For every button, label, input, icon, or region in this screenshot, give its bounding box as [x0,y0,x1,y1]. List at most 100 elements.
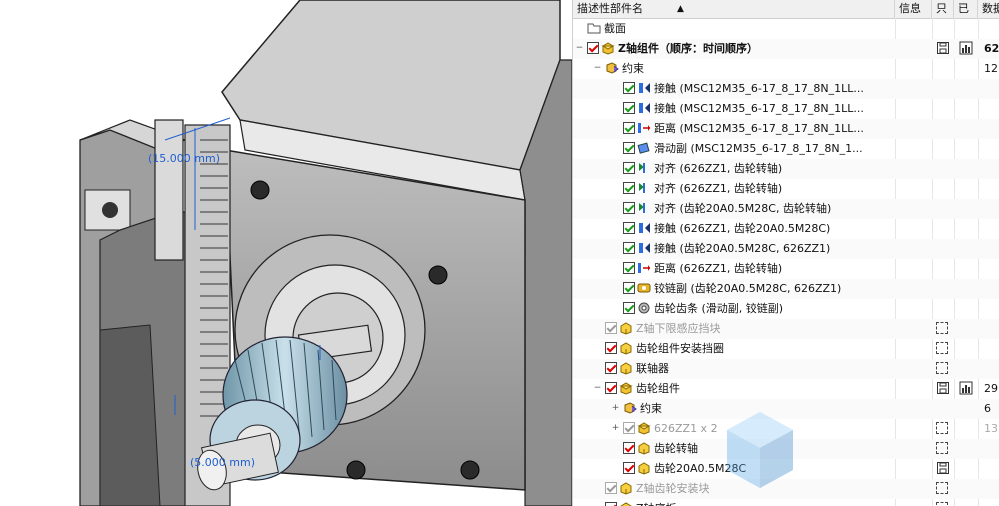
tree-item-label[interactable]: 齿轮组件 [636,379,680,399]
expand-icon[interactable]: + [611,404,620,413]
rack-pinion-icon [637,301,651,315]
tree-row[interactable]: 接触 (MSC12M35_6-17_8_17_8N_1LL... [573,99,999,119]
part-icon [637,441,651,455]
readonly-status-icon [936,342,948,354]
tree-item-label[interactable]: 滑动副 (MSC12M35_6-17_8_17_8N_1... [654,139,863,159]
visibility-checkbox[interactable] [623,162,635,174]
visibility-checkbox[interactable] [623,282,635,294]
tree-item-label[interactable]: 约束 [622,59,644,79]
tree-row[interactable]: Z轴下限感应挡块 [573,319,999,339]
visibility-checkbox[interactable] [623,82,635,94]
visibility-checkbox[interactable] [605,502,617,506]
tree-item-label[interactable]: 距离 (626ZZ1, 齿轮转轴) [654,259,782,279]
header-data[interactable]: 数据 [978,0,999,18]
tree-item-label[interactable]: 距离 (MSC12M35_6-17_8_17_8N_1LL... [654,119,864,139]
hinge-icon [637,281,651,295]
tree-item-label[interactable]: 截面 [604,19,626,39]
visibility-checkbox[interactable] [623,142,635,154]
visibility-checkbox[interactable] [605,342,617,354]
tree-item-label[interactable]: 约束 [640,399,662,419]
tree-row[interactable]: 对齐 (齿轮20A0.5M28C, 齿轮转轴) [573,199,999,219]
tree-row[interactable]: 齿轮组件安装挡圈 [573,339,999,359]
visibility-checkbox[interactable] [605,362,617,374]
cad-3d-viewport[interactable]: (15.000 mm) (5.000 mm) [0,0,572,506]
tree-item-label[interactable]: 对齐 (齿轮20A0.5M28C, 齿轮转轴) [654,199,831,219]
tree-row[interactable]: 对齐 (626ZZ1, 齿轮转轴) [573,159,999,179]
distance-icon [637,121,651,135]
bar-chart-icon[interactable] [959,381,973,395]
tree-row[interactable]: − 约束 12 [573,59,999,79]
visibility-checkbox[interactable] [587,42,599,54]
header-done[interactable]: 已 [954,0,978,18]
tree-row[interactable]: 截面 [573,19,999,39]
visibility-checkbox[interactable] [623,242,635,254]
visibility-checkbox[interactable] [605,382,617,394]
save-icon[interactable] [936,381,950,395]
part-icon [637,461,651,475]
tree-item-label[interactable]: Z轴齿轮安装块 [636,479,710,499]
tree-item-label[interactable]: Z轴组件（顺序：时间顺序） [618,39,758,59]
save-icon[interactable] [936,461,950,475]
tree-row[interactable]: Z轴底板 [573,499,999,506]
tree-row[interactable]: 接触 (MSC12M35_6-17_8_17_8N_1LL... [573,79,999,99]
visibility-checkbox[interactable] [623,182,635,194]
tree-item-label[interactable]: 对齐 (626ZZ1, 齿轮转轴) [654,159,782,179]
tree-row[interactable]: 齿轮齿条 (滑动副, 铰链副) [573,299,999,319]
tree-row[interactable]: 铰链副 (齿轮20A0.5M28C, 626ZZ1) [573,279,999,299]
collapse-icon[interactable]: − [593,64,602,73]
collapse-icon[interactable]: − [593,384,602,393]
tree-item-label[interactable]: 齿轮组件安装挡圈 [636,339,724,359]
tree-item-label[interactable]: 接触 (MSC12M35_6-17_8_17_8N_1LL... [654,99,864,119]
assembly-icon [601,41,615,55]
save-icon[interactable] [936,41,950,55]
tree-item-label[interactable]: 齿轮齿条 (滑动副, 铰链副) [654,299,783,319]
tree-item-label[interactable]: Z轴底板 [636,499,677,506]
header-name-label: 描述性部件名 [577,2,643,15]
visibility-checkbox[interactable] [623,222,635,234]
tree-row[interactable]: − 齿轮组件 29 [573,379,999,399]
readonly-status-icon [936,502,948,506]
visibility-checkbox[interactable] [623,262,635,274]
visibility-checkbox[interactable] [623,122,635,134]
tree-item-label[interactable]: 626ZZ1 x 2 [654,419,718,439]
tree-item-label[interactable]: 接触 (齿轮20A0.5M28C, 626ZZ1) [654,239,830,259]
bar-chart-icon[interactable] [959,41,973,55]
tree-item-label[interactable]: 联轴器 [636,359,669,379]
collapse-icon[interactable]: − [575,44,584,53]
contact-icon [637,101,651,115]
tree-item-label[interactable]: 对齐 (626ZZ1, 齿轮转轴) [654,179,782,199]
tree-row[interactable]: − Z轴组件（顺序：时间顺序） 62 [573,39,999,59]
expand-icon[interactable]: + [611,424,620,433]
readonly-status-icon [936,362,948,374]
assembly-3d-render[interactable]: (15.000 mm) (5.000 mm) [0,0,572,506]
visibility-checkbox[interactable] [605,482,617,494]
data-count: 29 [984,382,998,395]
tree-item-label[interactable]: 接触 (626ZZ1, 齿轮20A0.5M28C) [654,219,830,239]
visibility-checkbox[interactable] [605,322,617,334]
tree-header: 描述性部件名 ▲ 信息 只 已 数据 [573,0,999,19]
data-count: 6 [984,402,991,415]
header-readonly[interactable]: 只 [932,0,954,18]
tree-row[interactable]: 联轴器 [573,359,999,379]
header-info[interactable]: 信息 [895,0,932,18]
tree-item-label[interactable]: 齿轮转轴 [654,439,698,459]
dimension-label-top[interactable]: (15.000 mm) [148,152,220,165]
visibility-checkbox[interactable] [623,462,635,474]
tree-row[interactable]: 滑动副 (MSC12M35_6-17_8_17_8N_1... [573,139,999,159]
visibility-checkbox[interactable] [623,422,635,434]
dimension-label-bottom[interactable]: (5.000 mm) [190,456,255,469]
tree-item-label[interactable]: 铰链副 (齿轮20A0.5M28C, 626ZZ1) [654,279,841,299]
tree-row[interactable]: 接触 (齿轮20A0.5M28C, 626ZZ1) [573,239,999,259]
slide-icon [637,141,651,155]
visibility-checkbox[interactable] [623,442,635,454]
tree-row[interactable]: 对齐 (626ZZ1, 齿轮转轴) [573,179,999,199]
visibility-checkbox[interactable] [623,202,635,214]
visibility-checkbox[interactable] [623,302,635,314]
tree-row[interactable]: 接触 (626ZZ1, 齿轮20A0.5M28C) [573,219,999,239]
tree-row[interactable]: 距离 (626ZZ1, 齿轮转轴) [573,259,999,279]
tree-item-label[interactable]: 接触 (MSC12M35_6-17_8_17_8N_1LL... [654,79,864,99]
tree-item-label[interactable]: Z轴下限感应挡块 [636,319,721,339]
visibility-checkbox[interactable] [623,102,635,114]
tree-row[interactable]: 距离 (MSC12M35_6-17_8_17_8N_1LL... [573,119,999,139]
header-part-name[interactable]: 描述性部件名 ▲ [573,0,895,18]
